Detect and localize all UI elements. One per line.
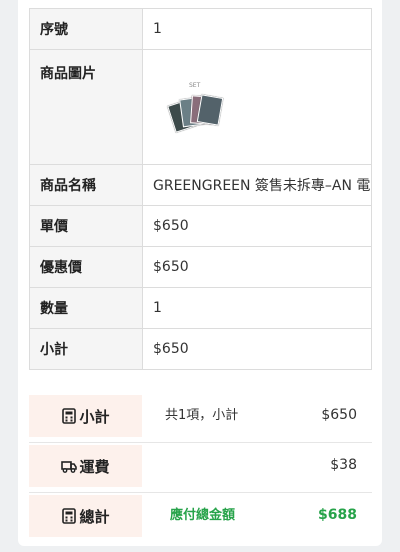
truck-icon (61, 461, 78, 473)
row-label: 小計 (29, 328, 143, 370)
table-row: 優惠價 $650 (29, 246, 372, 288)
discount-price: $650 (142, 246, 372, 288)
table-row: 小計 $650 (29, 328, 372, 370)
product-thumbnail[interactable]: SET (167, 82, 227, 133)
summary-total-row: 總計 應付總金額 $688 (29, 493, 372, 542)
summary-subtotal-text: 共1項，小計 (165, 408, 239, 423)
unit-price: $650 (142, 205, 372, 247)
row-label: 數量 (29, 287, 143, 329)
table-row: 序號 1 (29, 8, 372, 50)
calculator-icon (62, 508, 77, 524)
row-label: 商品圖片 (29, 49, 143, 165)
quantity: 1 (142, 287, 372, 329)
summary-subtotal-label: 小計 (79, 407, 110, 426)
row-label: 優惠價 (29, 246, 143, 288)
row-label: 商品名稱 (29, 164, 143, 206)
row-label: 單價 (29, 205, 143, 247)
table-row: 單價 $650 (29, 205, 372, 247)
summary-total-text: 應付總金額 (170, 508, 236, 523)
summary-total-label: 總計 (79, 507, 110, 526)
summary-subtotal-value: $650 (321, 407, 357, 423)
row-label: 序號 (29, 8, 143, 50)
order-detail-card: 序號 1 商品圖片 SET 商品名稱 GREENGREEN 簽售未拆專–AN 電… (18, 0, 382, 546)
table-row: 商品圖片 SET (29, 49, 372, 165)
table-row: 商品名稱 GREENGREEN 簽售未拆專–AN 電 (29, 164, 372, 206)
order-item-table: 序號 1 商品圖片 SET 商品名稱 GREENGREEN 簽售未拆專–AN 電… (29, 8, 372, 370)
thumbnail-caption: SET (189, 82, 201, 89)
summary-shipping-value: $38 (330, 457, 357, 473)
order-summary: 小計 共1項，小計 $650 運費 $38 總計 應付總金額 $688 (29, 393, 372, 542)
product-name: GREENGREEN 簽售未拆專–AN 電 (142, 164, 372, 206)
summary-subtotal-row: 小計 共1項，小計 $650 (29, 393, 372, 443)
item-subtotal: $650 (142, 328, 372, 370)
summary-shipping-row: 運費 $38 (29, 443, 372, 493)
calculator-icon (62, 408, 77, 424)
row-value: 1 (142, 8, 372, 50)
summary-total-value: $688 (318, 507, 357, 523)
table-row: 數量 1 (29, 287, 372, 329)
summary-shipping-label: 運費 (79, 457, 110, 476)
